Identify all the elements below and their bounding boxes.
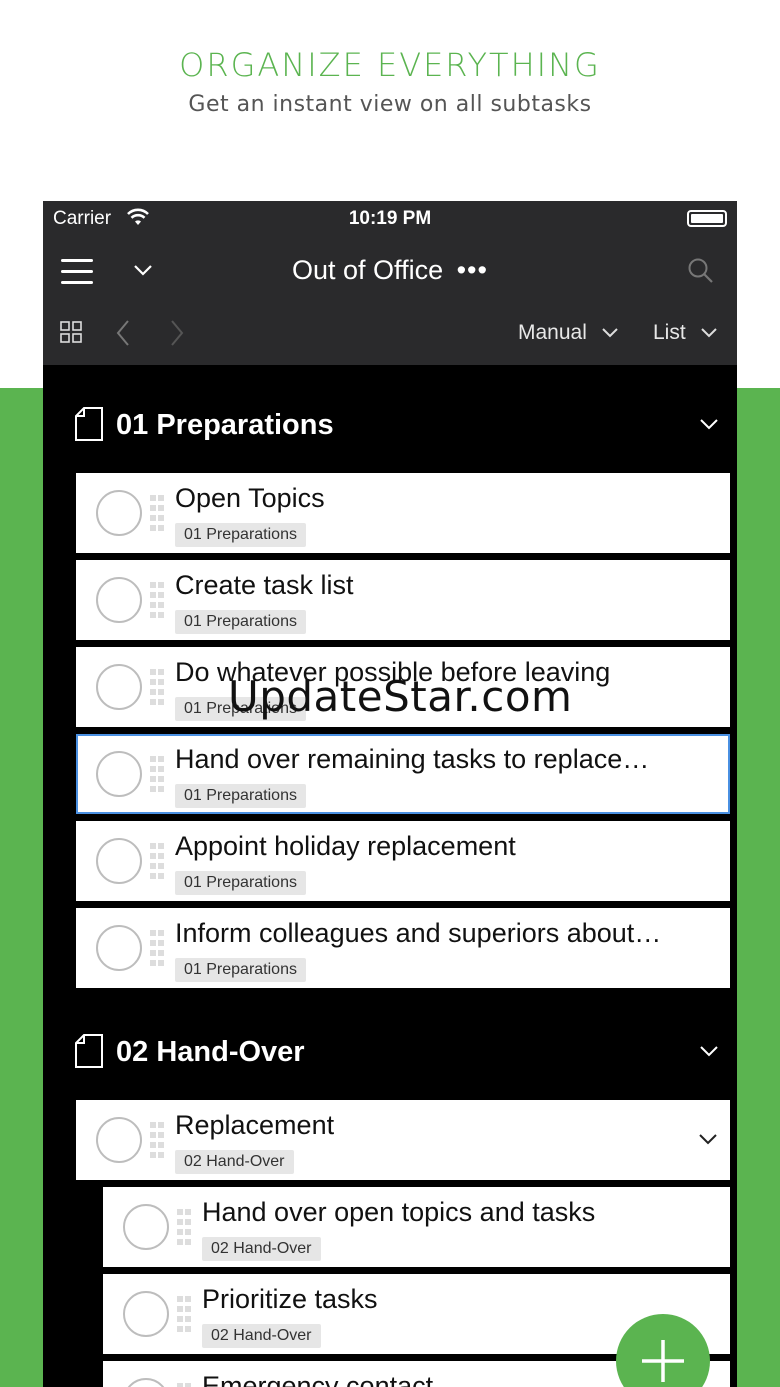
chevron-right-icon[interactable] (169, 319, 185, 352)
chevron-down-icon (700, 328, 717, 338)
chevron-down-icon[interactable] (699, 417, 719, 436)
task-tag: 01 Preparations (175, 610, 306, 634)
task-title: Hand over remaining tasks to replace… (175, 744, 650, 774)
drag-handle-icon[interactable] (150, 582, 164, 618)
drag-handle-icon[interactable] (177, 1209, 191, 1245)
task-row[interactable]: Inform colleagues and superiors about… 0… (76, 908, 730, 988)
document-icon (75, 1034, 103, 1073)
search-icon[interactable] (687, 257, 715, 290)
drag-handle-icon[interactable] (150, 669, 164, 705)
drag-handle-icon[interactable] (150, 843, 164, 879)
view-dropdown[interactable]: List (653, 321, 718, 345)
task-checkbox[interactable] (123, 1378, 169, 1387)
task-tag: 02 Hand-Over (202, 1237, 321, 1261)
promo-subtitle: Get an instant view on all subtasks (188, 92, 592, 117)
task-title: Create task list (175, 570, 354, 600)
sort-dropdown[interactable]: Manual (518, 321, 619, 345)
task-tag: 02 Hand-Over (175, 1150, 294, 1174)
drag-handle-icon[interactable] (150, 930, 164, 966)
drag-handle-icon[interactable] (177, 1383, 191, 1387)
section-header[interactable]: 01 Preparations (43, 365, 737, 473)
sort-label: Manual (518, 321, 587, 344)
section-title: 02 Hand-Over (116, 1036, 305, 1068)
task-tag: 02 Hand-Over (202, 1324, 321, 1348)
task-checkbox[interactable] (96, 751, 142, 797)
task-tag: 01 Preparations (175, 958, 306, 982)
grid-icon[interactable] (60, 321, 82, 348)
task-row[interactable]: Replacement 02 Hand-Over (76, 1100, 730, 1180)
nav-bar: Out of Office ••• Manual List (43, 237, 737, 365)
task-title: Open Topics (175, 483, 325, 513)
task-checkbox[interactable] (96, 925, 142, 971)
watermark: UpdateStar.com (228, 672, 573, 721)
task-tag: 01 Preparations (175, 523, 306, 547)
section-header[interactable]: 02 Hand-Over (43, 992, 737, 1100)
more-icon[interactable]: ••• (457, 255, 488, 285)
plus-icon (642, 1340, 684, 1382)
task-title: Appoint holiday replacement (175, 831, 516, 861)
task-checkbox[interactable] (96, 664, 142, 710)
chevron-down-icon (602, 328, 618, 338)
task-checkbox[interactable] (123, 1204, 169, 1250)
task-row[interactable]: Appoint holiday replacement 01 Preparati… (76, 821, 730, 901)
subtask-row[interactable]: Hand over open topics and tasks 02 Hand-… (103, 1187, 730, 1267)
task-checkbox[interactable] (96, 577, 142, 623)
drag-handle-icon[interactable] (150, 1122, 164, 1158)
task-checkbox[interactable] (96, 490, 142, 536)
task-checkbox[interactable] (96, 838, 142, 884)
chevron-down-icon[interactable] (699, 1044, 719, 1063)
add-task-button[interactable] (616, 1314, 710, 1387)
task-list: 01 Preparations Open Topics 01 Preparati… (43, 365, 737, 1387)
battery-icon (687, 210, 727, 227)
chevron-down-icon[interactable] (698, 1132, 718, 1151)
task-title: Prioritize tasks (202, 1284, 378, 1314)
phone-screen: Carrier 10:19 PM Out of Office ••• Manua… (43, 201, 737, 1387)
drag-handle-icon[interactable] (150, 756, 164, 792)
document-icon (75, 407, 103, 446)
task-tag: 01 Preparations (175, 871, 306, 895)
status-bar: Carrier 10:19 PM (43, 201, 737, 237)
promo-title: ORGANIZE EVERYTHING (179, 46, 601, 84)
task-title: Hand over open topics and tasks (202, 1197, 596, 1227)
task-checkbox[interactable] (96, 1117, 142, 1163)
task-row-selected[interactable]: Hand over remaining tasks to replace… 01… (76, 734, 730, 814)
task-row[interactable]: Create task list 01 Preparations (76, 560, 730, 640)
task-checkbox[interactable] (123, 1291, 169, 1337)
drag-handle-icon[interactable] (177, 1296, 191, 1332)
task-title: Replacement (175, 1110, 335, 1140)
project-title-button[interactable]: Out of Office ••• (43, 255, 737, 286)
view-label: List (653, 321, 686, 344)
clock: 10:19 PM (348, 208, 432, 229)
task-row[interactable]: Open Topics 01 Preparations (76, 473, 730, 553)
task-tag: 01 Preparations (175, 784, 306, 808)
chevron-left-icon[interactable] (115, 319, 131, 352)
task-title: Inform colleagues and superiors about… (175, 918, 662, 948)
drag-handle-icon[interactable] (150, 495, 164, 531)
task-title: Emergency contact (202, 1371, 434, 1387)
page-title: Out of Office (292, 255, 444, 285)
section-title: 01 Preparations (116, 409, 334, 441)
